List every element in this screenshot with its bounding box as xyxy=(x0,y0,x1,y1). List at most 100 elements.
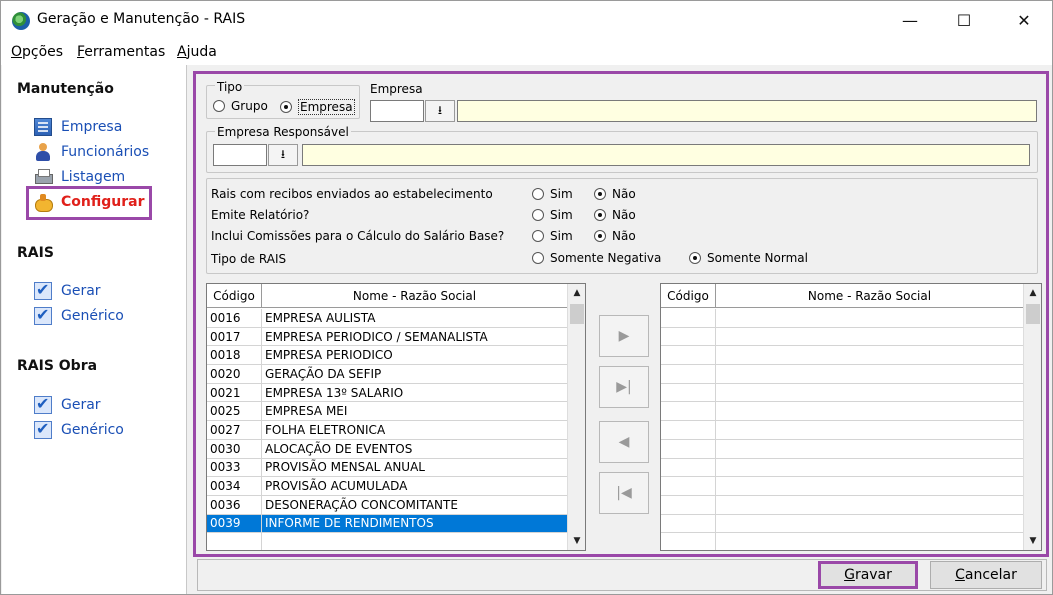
table-row[interactable] xyxy=(207,533,568,550)
move-all-left-button[interactable]: |◀ xyxy=(599,472,649,514)
column-header-codigo[interactable]: Código xyxy=(207,284,262,307)
menu-ajuda[interactable]: Ajuda xyxy=(177,44,217,60)
recibos-sim-radio[interactable]: Sim xyxy=(532,187,573,201)
table-row[interactable] xyxy=(661,309,1024,328)
table-row[interactable] xyxy=(661,514,1024,534)
table-row[interactable]: 0033 PROVISÃO MENSAL ANUAL xyxy=(207,458,568,478)
column-header-nome[interactable]: Nome - Razão Social xyxy=(716,284,1024,307)
scroll-up-icon[interactable]: ▲ xyxy=(1024,284,1041,302)
cell-codigo: 0021 xyxy=(207,383,262,402)
cell-nome xyxy=(716,421,1024,439)
cell-codigo: 0018 xyxy=(207,346,262,365)
arrow-right-icon: ▶ xyxy=(618,328,630,344)
somente-normal-radio[interactable]: Somente Normal xyxy=(689,251,808,265)
relatorio-nao-radio[interactable]: Não xyxy=(594,208,636,222)
table-row[interactable] xyxy=(661,533,1024,550)
scroll-down-icon[interactable]: ▼ xyxy=(568,532,585,550)
table-row[interactable]: 0021 EMPRESA 13º SALARIO xyxy=(207,383,568,403)
move-selected-left-button[interactable]: ◀ xyxy=(599,421,649,463)
table-row[interactable]: 0039 INFORME DE RENDIMENTOS xyxy=(207,514,568,534)
comissoes-nao-radio[interactable]: Não xyxy=(594,229,636,243)
responsavel-code-field[interactable] xyxy=(213,144,267,166)
table-row[interactable]: 0020 GERAÇÃO DA SEFIP xyxy=(207,365,568,384)
available-companies-grid[interactable]: Código Nome - Razão Social 0016 EMPRESA A… xyxy=(206,283,586,551)
grid-header: Código Nome - Razão Social xyxy=(661,284,1024,308)
option-label-tipo-rais: Tipo de RAIS xyxy=(211,252,287,266)
option-label-relatorio: Emite Relatório? xyxy=(211,208,310,222)
cell-codigo xyxy=(661,477,716,495)
vertical-scrollbar[interactable]: ▲ ▼ xyxy=(567,284,585,550)
table-row[interactable]: 0027 FOLHA ELETRONICA xyxy=(207,421,568,440)
cell-nome: EMPRESA AULISTA xyxy=(262,309,568,327)
responsavel-lookup-button[interactable]: ⭳ xyxy=(268,144,298,166)
cell-nome xyxy=(716,365,1024,383)
section-title-rais: RAIS xyxy=(17,245,54,261)
empresa-code-field[interactable] xyxy=(370,100,424,122)
tipo-empresa-radio[interactable]: Empresa xyxy=(280,99,355,115)
main-window: Geração e Manutenção - RAIS — ☐ ✕ Opções… xyxy=(0,0,1053,595)
gravar-button[interactable]: Gravar xyxy=(818,561,918,589)
table-row[interactable] xyxy=(661,458,1024,478)
maximize-button[interactable]: ☐ xyxy=(941,1,987,39)
empresa-lookup-button[interactable]: ⭳ xyxy=(425,100,455,122)
close-button[interactable]: ✕ xyxy=(1001,1,1047,39)
cell-codigo xyxy=(661,495,716,514)
grid-body xyxy=(661,309,1024,550)
recibos-nao-radio[interactable]: Não xyxy=(594,187,636,201)
table-row[interactable]: 0017 EMPRESA PERIODICO / SEMANALISTA xyxy=(207,327,568,347)
sidebar-item-rais-generico[interactable]: Genérico xyxy=(34,305,124,326)
sidebar-item-obra-generico[interactable]: Genérico xyxy=(34,419,124,440)
table-row[interactable] xyxy=(661,495,1024,515)
cell-codigo xyxy=(661,421,716,439)
table-row[interactable]: 0030 ALOCAÇÃO DE EVENTOS xyxy=(207,439,568,459)
sidebar-item-funcionarios[interactable]: Funcionários xyxy=(34,142,149,162)
somente-negativa-radio[interactable]: Somente Negativa xyxy=(532,251,661,265)
comissoes-sim-radio[interactable]: Sim xyxy=(532,229,573,243)
scrollbar-thumb[interactable] xyxy=(1026,304,1040,324)
cell-nome xyxy=(716,477,1024,495)
tipo-grupo-radio[interactable]: Grupo xyxy=(213,99,268,113)
sidebar-item-label: Funcionários xyxy=(61,144,150,160)
table-row[interactable] xyxy=(661,327,1024,347)
cell-nome: EMPRESA PERIODICO / SEMANALISTA xyxy=(262,327,568,346)
responsavel-name-field[interactable] xyxy=(302,144,1030,166)
sidebar-item-label: Gerar xyxy=(61,283,101,299)
radio-circle xyxy=(689,252,701,264)
sidebar-item-listagem[interactable]: Listagem xyxy=(34,167,125,187)
cell-codigo: 0030 xyxy=(207,439,262,458)
menu-opcoes[interactable]: Opções xyxy=(11,44,63,60)
table-row[interactable]: 0025 EMPRESA MEI xyxy=(207,402,568,422)
sidebar-item-label: Empresa xyxy=(61,119,123,135)
table-row[interactable] xyxy=(661,439,1024,459)
table-row[interactable]: 0016 EMPRESA AULISTA xyxy=(207,309,568,328)
scroll-up-icon[interactable]: ▲ xyxy=(568,284,585,302)
table-row[interactable] xyxy=(661,402,1024,422)
table-row[interactable] xyxy=(661,365,1024,384)
column-header-nome[interactable]: Nome - Razão Social xyxy=(262,284,568,307)
column-header-codigo[interactable]: Código xyxy=(661,284,716,307)
table-row[interactable] xyxy=(661,383,1024,403)
cell-nome xyxy=(716,514,1024,533)
table-row[interactable] xyxy=(661,477,1024,496)
scroll-down-icon[interactable]: ▼ xyxy=(1024,532,1041,550)
vertical-scrollbar[interactable]: ▲ ▼ xyxy=(1023,284,1041,550)
minimize-button[interactable]: — xyxy=(887,1,933,39)
relatorio-sim-radio[interactable]: Sim xyxy=(532,208,573,222)
cancelar-button[interactable]: Cancelar xyxy=(930,561,1042,589)
scrollbar-thumb[interactable] xyxy=(570,304,584,324)
move-selected-right-button[interactable]: ▶ xyxy=(599,315,649,357)
empresa-name-field[interactable] xyxy=(457,100,1037,122)
table-row[interactable] xyxy=(661,346,1024,366)
grid-header: Código Nome - Razão Social xyxy=(207,284,568,308)
table-row[interactable]: 0034 PROVISÃO ACUMULADA xyxy=(207,477,568,496)
table-row[interactable]: 0036 DESONERAÇÃO CONCOMITANTE xyxy=(207,495,568,515)
table-row[interactable] xyxy=(661,421,1024,440)
sidebar-item-empresa[interactable]: Empresa xyxy=(34,117,122,137)
selected-companies-grid[interactable]: Código Nome - Razão Social ▲ ▼ xyxy=(660,283,1042,551)
sidebar-item-obra-gerar[interactable]: Gerar xyxy=(34,394,101,415)
sidebar-item-rais-gerar[interactable]: Gerar xyxy=(34,280,101,301)
cell-nome: EMPRESA MEI xyxy=(262,402,568,421)
menu-ferramentas[interactable]: Ferramentas xyxy=(77,44,165,60)
table-row[interactable]: 0018 EMPRESA PERIODICO xyxy=(207,346,568,366)
move-all-right-button[interactable]: ▶| xyxy=(599,366,649,408)
